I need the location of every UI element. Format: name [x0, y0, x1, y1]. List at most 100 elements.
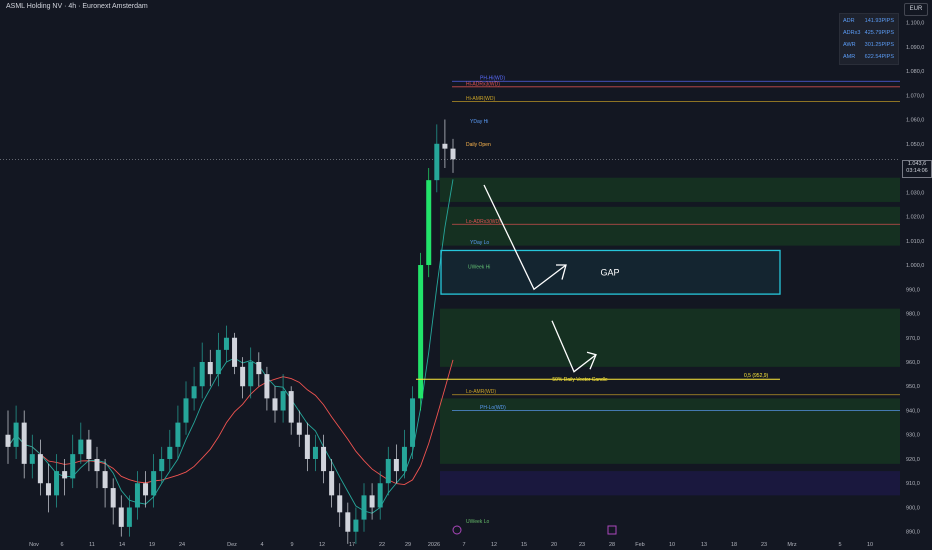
x-tick-label: 20 — [551, 542, 557, 548]
candle-body — [337, 495, 343, 513]
x-tick-label: 6 — [60, 542, 63, 548]
candle-body — [393, 458, 399, 472]
candle-body — [159, 458, 165, 472]
candle-body — [377, 483, 383, 508]
candle-body — [5, 434, 11, 447]
stat-adrx3: ADRx3 425.79PIPS — [843, 30, 894, 36]
x-tick-label: 14 — [119, 542, 125, 548]
x-tick-label: 22 — [379, 542, 385, 548]
candle-body — [110, 488, 116, 508]
candle-body — [151, 471, 157, 496]
candle-body — [353, 519, 359, 532]
y-tick-label: 980,0 — [906, 312, 920, 318]
x-tick-label: 24 — [179, 542, 185, 548]
candle-body — [207, 362, 213, 375]
price-level-label: Lo-AMR(WD) — [466, 389, 496, 395]
candle-body — [272, 398, 278, 411]
green-zone — [440, 398, 900, 464]
candle-body — [167, 446, 173, 459]
y-tick-label: 1.070,0 — [906, 93, 924, 99]
candle-body — [37, 454, 43, 484]
candle-body — [29, 454, 35, 464]
x-tick-label: 5 — [838, 542, 841, 548]
y-tick-label: 1.050,0 — [906, 142, 924, 148]
y-tick-label: 960,0 — [906, 360, 920, 366]
last-price: 1.043,6 — [907, 161, 927, 167]
candle-body — [223, 337, 229, 350]
x-tick-label: 10 — [669, 542, 675, 548]
candle-body — [434, 143, 440, 181]
x-tick-label: 11 — [89, 542, 95, 548]
candle-body — [321, 446, 327, 472]
price-level-label: Hi-ADRx3(WD) — [466, 81, 500, 87]
candle-body — [369, 495, 375, 508]
candle-body — [450, 148, 456, 160]
y-tick-label: 1.020,0 — [906, 215, 924, 221]
y-tick-label: 910,0 — [906, 481, 920, 487]
x-tick-label: 17 — [349, 542, 355, 548]
price-level-label: UWeek Lo — [466, 519, 489, 525]
candle-body — [143, 483, 149, 496]
price-level-label: YDay Hi — [470, 119, 488, 125]
x-tick-label: 12 — [319, 542, 325, 548]
y-tick-label: 1.080,0 — [906, 69, 924, 75]
candle-body — [288, 391, 294, 423]
x-tick-label: 4 — [260, 542, 263, 548]
candle-body — [86, 439, 92, 459]
price-level-label: Lo-ADRx3(WD) — [466, 219, 501, 225]
candle-body — [126, 507, 132, 527]
earnings-icon — [452, 525, 462, 535]
candle-body — [70, 454, 76, 479]
candle-body — [21, 422, 27, 464]
candle-body — [199, 362, 205, 387]
candle-body — [329, 471, 335, 496]
midline-label: 50% Daily Vector Candle — [552, 377, 608, 383]
candle-body — [385, 458, 391, 484]
candle-body — [45, 483, 51, 496]
candle-body — [62, 471, 68, 479]
y-tick-label: 940,0 — [906, 408, 920, 414]
green-zone — [440, 206, 900, 246]
candle-body — [134, 483, 140, 508]
x-tick-label: Mrz — [787, 542, 796, 548]
y-tick-label: 1.000,0 — [906, 263, 924, 269]
price-chart[interactable]: PH-Hi(WD)Hi-ADRx3(WD)Hi-AMR(WD)YDay HiDa… — [0, 0, 932, 550]
candle-body — [345, 512, 351, 532]
candle-body — [94, 458, 100, 472]
candle-body — [264, 374, 270, 399]
candle-body — [232, 337, 238, 367]
x-tick-label: 10 — [867, 542, 873, 548]
candle-body — [418, 265, 424, 399]
price-level-label: YDay Lo — [470, 240, 489, 246]
price-level-label: Daily Open — [466, 142, 491, 148]
candle-body — [183, 398, 189, 423]
y-tick-label: 1.100,0 — [906, 21, 924, 27]
midline-value: 0,5 (952,9) — [744, 373, 769, 379]
y-tick-label: 890,0 — [906, 530, 920, 536]
x-tick-label: 23 — [579, 542, 585, 548]
x-tick-label: Feb — [635, 542, 644, 548]
bar-countdown: 03:14:06 — [906, 168, 928, 174]
y-tick-label: 950,0 — [906, 384, 920, 390]
stat-adr: ADR 141.93PIPS — [843, 18, 894, 24]
candle-body — [102, 471, 108, 489]
x-tick-label: 28 — [609, 542, 615, 548]
x-tick-label: 7 — [462, 542, 465, 548]
x-tick-label: 12 — [491, 542, 497, 548]
x-tick-label: 9 — [290, 542, 293, 548]
chart-title: ASML Holding NV · 4h · Euronext Amsterda… — [6, 3, 148, 10]
y-tick-label: 900,0 — [906, 505, 920, 511]
y-tick-label: 920,0 — [906, 457, 920, 463]
x-tick-label: 13 — [701, 542, 707, 548]
x-tick-label: Dez — [227, 542, 237, 548]
candle-body — [361, 495, 367, 520]
candle-body — [442, 143, 448, 149]
x-tick-label: 18 — [731, 542, 737, 548]
currency-button[interactable]: EUR — [904, 3, 928, 16]
candle-body — [410, 398, 416, 447]
y-tick-label: 1.030,0 — [906, 190, 924, 196]
candle-body — [426, 180, 432, 266]
candle-body — [248, 362, 254, 387]
y-tick-label: 970,0 — [906, 336, 920, 342]
candle-body — [78, 439, 84, 455]
